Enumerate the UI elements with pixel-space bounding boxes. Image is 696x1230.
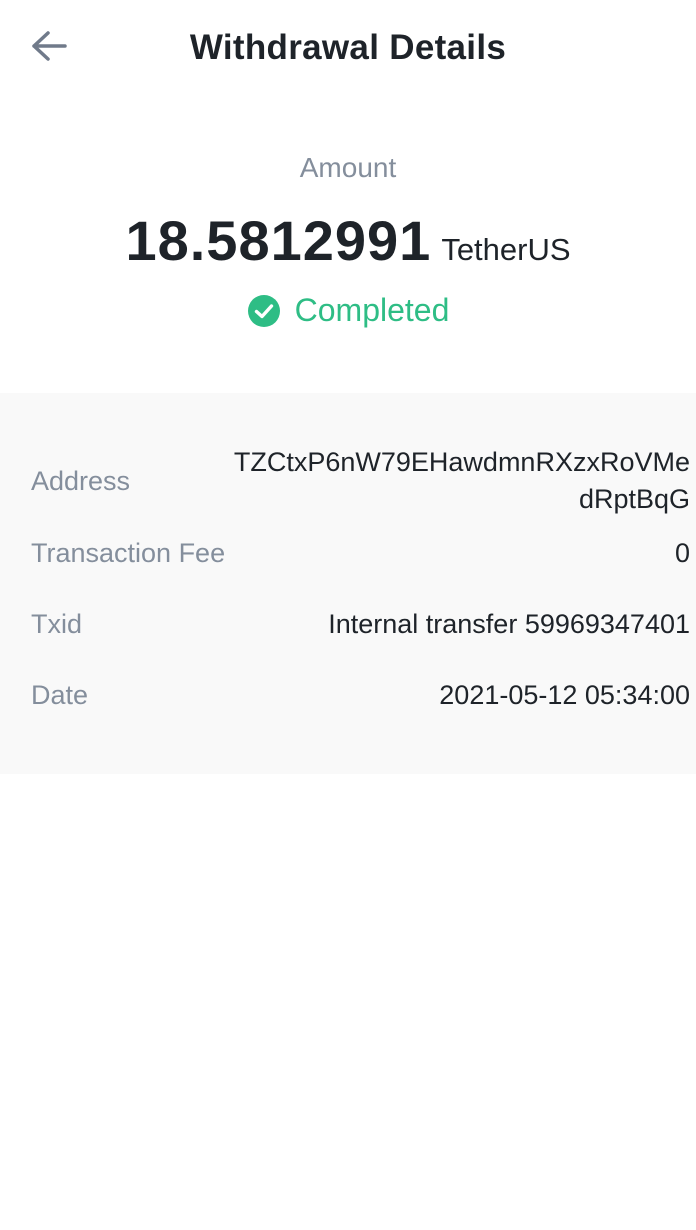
amount-summary: Amount 18.5812991 TetherUS Completed xyxy=(0,96,696,393)
page-title: Withdrawal Details xyxy=(189,28,507,67)
amount-row: 18.5812991 TetherUS xyxy=(0,208,696,273)
amount-value: 18.5812991 xyxy=(125,209,432,272)
fee-value: 0 xyxy=(674,537,690,568)
details-panel: Address TZCtxP6nW79EHawdmnRXzxRoVMedRptB… xyxy=(0,393,696,774)
header: Withdrawal Details xyxy=(0,0,696,96)
amount-unit: TetherUS xyxy=(441,232,571,267)
address-value[interactable]: TZCtxP6nW79EHawdmnRXzxRoVMedRptBqG xyxy=(220,444,690,518)
txid-label: Txid xyxy=(31,608,83,639)
detail-row-date: Date 2021-05-12 05:34:00 xyxy=(0,675,696,715)
status-text: Completed xyxy=(294,292,450,328)
address-label: Address xyxy=(31,465,131,496)
txid-value[interactable]: Internal transfer 59969347401 xyxy=(328,609,690,640)
amount-label: Amount xyxy=(299,152,397,183)
fee-label: Transaction Fee xyxy=(31,537,226,568)
withdrawal-details-page: Withdrawal Details Amount 18.5812991 Tet… xyxy=(0,0,696,1230)
detail-row-address: Address TZCtxP6nW79EHawdmnRXzxRoVMedRptB… xyxy=(0,443,696,519)
detail-row-txid: Txid Internal transfer 59969347401 xyxy=(0,604,696,644)
detail-row-fee: Transaction Fee 0 xyxy=(0,533,696,573)
date-label: Date xyxy=(31,679,89,710)
status-badge: Completed xyxy=(0,292,696,329)
date-value: 2021-05-12 05:34:00 xyxy=(439,679,690,710)
check-circle-icon xyxy=(247,294,280,327)
